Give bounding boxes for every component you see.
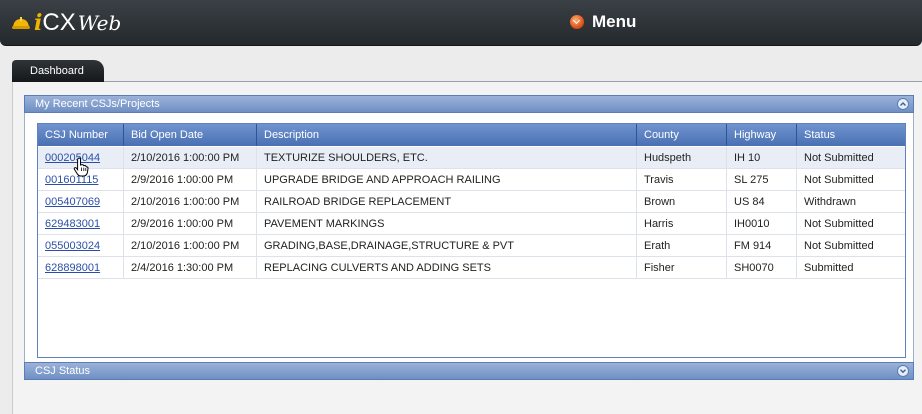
county-cell: Erath [637,235,727,257]
column-header-bid-open-date[interactable]: Bid Open Date [124,124,257,146]
csj-link[interactable]: 000205044 [45,152,100,164]
logo-web-text: Web [77,11,122,35]
csj-link[interactable]: 001601115 [45,174,98,186]
highway-cell: US 84 [727,191,797,213]
table-row[interactable]: 001601115 2/9/2016 1:00:00 PM UPGRADE BR… [38,169,905,191]
csj-link[interactable]: 629483001 [45,218,100,230]
chevron-down-icon[interactable] [897,365,909,377]
logo-i-text: i [34,10,43,36]
status-cell: Not Submitted [804,218,874,230]
hardhat-icon [10,12,32,34]
menu-orb-icon [570,15,584,29]
status-cell: Not Submitted [804,174,874,186]
app-logo[interactable]: i CX Web [10,8,121,38]
csj-status-title: CSJ Status [35,365,91,377]
column-header-description[interactable]: Description [257,124,637,146]
table-row[interactable]: 629483001 2/9/2016 1:00:00 PM PAVEMENT M… [38,213,905,235]
county-cell: Brown [637,191,727,213]
column-header-county[interactable]: County [637,124,727,146]
description-cell: RAILROAD BRIDGE REPLACEMENT [257,191,637,213]
csj-link[interactable]: 055003024 [45,240,100,252]
bid-open-date-cell: 2/10/2016 1:00:00 PM [124,235,257,257]
column-header-highway[interactable]: Highway [727,124,797,146]
recent-projects-grid: CSJ Number Bid Open Date Description Cou… [37,123,906,358]
recent-projects-panel-header[interactable]: My Recent CSJs/Projects [24,95,914,113]
highway-cell: FM 914 [727,235,797,257]
bid-open-date-cell: 2/10/2016 1:00:00 PM [124,147,257,169]
status-cell: Not Submitted [804,240,874,252]
table-row[interactable]: 628898001 2/4/2016 1:30:00 PM REPLACING … [38,257,905,279]
chevron-up-icon[interactable] [897,98,909,110]
highway-cell: SL 275 [727,169,797,191]
table-row[interactable]: 005407069 2/10/2016 1:00:00 PM RAILROAD … [38,191,905,213]
bid-open-date-cell: 2/9/2016 1:00:00 PM [124,169,257,191]
logo-cx-text: CX [42,9,76,36]
csj-link[interactable]: 005407069 [45,196,100,208]
description-cell: TEXTURIZE SHOULDERS, ETC. [257,147,637,169]
county-cell: Harris [637,213,727,235]
csj-status-panel-header[interactable]: CSJ Status [24,362,914,380]
column-header-csj-number[interactable]: CSJ Number [38,124,124,146]
grid-header-row: CSJ Number Bid Open Date Description Cou… [38,124,905,146]
highway-cell: SH0070 [727,257,797,279]
county-cell: Hudspeth [637,147,727,169]
menu-label: Menu [592,12,637,31]
county-cell: Fisher [637,257,727,279]
status-cell: Not Submitted [804,152,874,164]
county-cell: Travis [637,169,727,191]
recent-projects-title: My Recent CSJs/Projects [35,98,160,110]
description-cell: UPGRADE BRIDGE AND APPROACH RAILING [257,169,637,191]
description-cell: GRADING,BASE,DRAINAGE,STRUCTURE & PVT [257,235,637,257]
table-row[interactable]: 000205044 2/10/2016 1:00:00 PM TEXTURIZE… [38,147,905,169]
table-row[interactable]: 055003024 2/10/2016 1:00:00 PM GRADING,B… [38,235,905,257]
app-header: i CX Web Menu [0,0,922,46]
tab-dashboard[interactable]: Dashboard [12,60,104,82]
tab-strip: Dashboard [12,60,922,82]
menu-button[interactable]: Menu [570,11,636,33]
bid-open-date-cell: 2/9/2016 1:00:00 PM [124,213,257,235]
bid-open-date-cell: 2/4/2016 1:30:00 PM [124,257,257,279]
highway-cell: IH0010 [727,213,797,235]
highway-cell: IH 10 [727,147,797,169]
status-cell: Submitted [804,262,854,274]
bid-open-date-cell: 2/10/2016 1:00:00 PM [124,191,257,213]
description-cell: REPLACING CULVERTS AND ADDING SETS [257,257,637,279]
column-header-status[interactable]: Status [797,124,905,146]
csj-link[interactable]: 628898001 [45,262,100,274]
status-cell: Withdrawn [804,196,856,208]
description-cell: PAVEMENT MARKINGS [257,213,637,235]
